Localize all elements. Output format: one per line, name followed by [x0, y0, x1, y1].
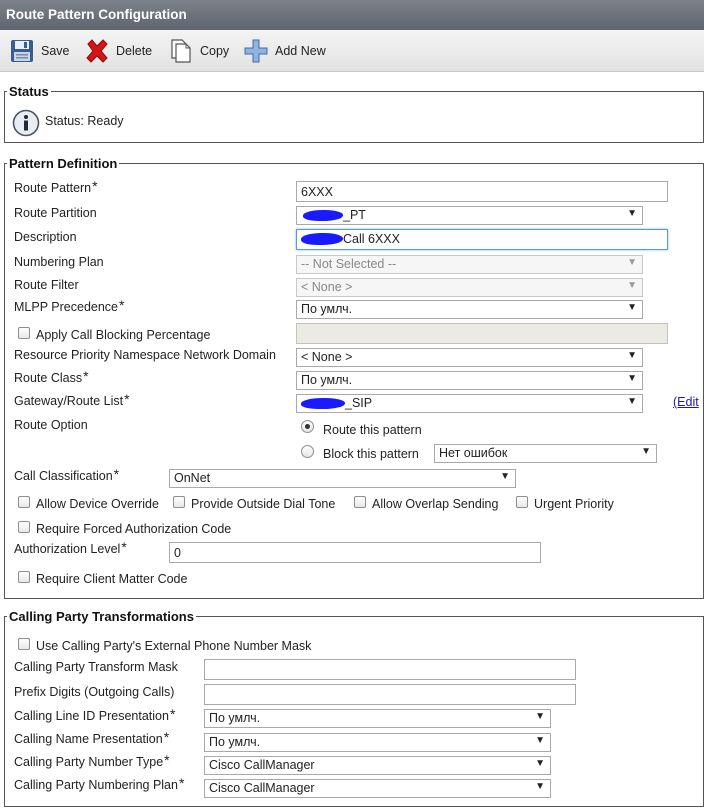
chevron-down-icon: ▼ — [535, 781, 545, 792]
call-blocking-percentage-input[interactable] — [296, 323, 668, 344]
mlpp-precedence-label: MLPP Precedence* — [14, 297, 125, 314]
copy-label: Copy — [200, 44, 230, 58]
route-pattern-input[interactable] — [296, 181, 668, 202]
redaction-mark — [301, 398, 345, 409]
call-classification-select[interactable]: OnNet ▼ — [169, 469, 516, 488]
allow-overlap-sending-checkbox[interactable] — [354, 496, 366, 508]
route-class-label: Route Class* — [14, 368, 89, 385]
prefix-digits-input[interactable] — [204, 684, 576, 705]
block-this-pattern-label: Block this pattern — [323, 447, 419, 461]
urgent-priority-label: Urgent Priority — [534, 497, 614, 511]
resource-priority-label: Resource Priority Namespace Network Doma… — [14, 348, 276, 362]
require-client-matter-checkbox[interactable] — [18, 571, 30, 583]
redaction-mark — [301, 233, 343, 245]
calling-numbering-plan-select[interactable]: Cisco CallManager ▼ — [204, 779, 551, 798]
add-new-button[interactable]: Add New — [243, 38, 326, 64]
calling-name-label: Calling Name Presentation* — [14, 729, 170, 746]
block-this-pattern-radio[interactable] — [301, 445, 314, 458]
document-copy-icon — [168, 38, 194, 64]
prefix-digits-label: Prefix Digits (Outgoing Calls) — [14, 685, 175, 699]
delete-button[interactable]: Delete — [84, 38, 152, 64]
chevron-down-icon: ▼ — [627, 208, 637, 219]
toolbar: Save Delete Copy Add New — [0, 30, 704, 72]
status-legend: Status — [9, 84, 49, 99]
allow-device-override-label: Allow Device Override — [36, 497, 159, 511]
chevron-down-icon: ▼ — [627, 373, 637, 384]
numbering-plan-select[interactable]: -- Not Selected -- ▼ — [296, 255, 643, 274]
authorization-level-label: Authorization Level* — [14, 539, 127, 556]
chevron-down-icon: ▼ — [535, 711, 545, 722]
provide-outside-dial-tone-label: Provide Outside Dial Tone — [191, 497, 336, 511]
chevron-down-icon: ▼ — [535, 735, 545, 746]
route-this-pattern-radio[interactable] — [301, 420, 314, 433]
delete-label: Delete — [116, 44, 153, 58]
chevron-down-icon: ▼ — [627, 302, 637, 313]
gateway-route-list-label: Gateway/Route List* — [14, 391, 130, 408]
status-text: Status: Ready — [45, 114, 124, 128]
require-forced-auth-label: Require Forced Authorization Code — [36, 522, 232, 536]
transform-mask-label: Calling Party Transform Mask — [14, 660, 178, 674]
description-input[interactable]: Call 6XXX — [296, 229, 668, 250]
red-x-icon — [84, 38, 110, 64]
numbering-plan-label: Numbering Plan — [14, 255, 104, 269]
chevron-down-icon: ▼ — [627, 350, 637, 361]
resource-priority-select[interactable]: < None > ▼ — [296, 348, 643, 367]
route-filter-label: Route Filter — [14, 278, 79, 292]
allow-overlap-sending-label: Allow Overlap Sending — [372, 497, 499, 511]
calling-line-id-label: Calling Line ID Presentation* — [14, 706, 176, 723]
copy-button[interactable]: Copy — [168, 38, 229, 64]
route-partition-label: Route Partition — [14, 206, 97, 220]
floppy-disk-icon — [9, 38, 35, 64]
provide-outside-dial-tone-checkbox[interactable] — [173, 496, 185, 508]
urgent-priority-checkbox[interactable] — [516, 496, 528, 508]
block-reason-select[interactable]: Нет ошибок ▼ — [434, 444, 657, 463]
page-title: Route Pattern Configuration — [0, 0, 704, 30]
require-forced-auth-checkbox[interactable] — [18, 521, 30, 533]
route-this-pattern-label: Route this pattern — [323, 423, 422, 437]
info-icon — [12, 109, 40, 140]
number-type-label: Calling Party Number Type* — [14, 752, 170, 769]
chevron-down-icon: ▼ — [627, 396, 637, 407]
use-external-mask-checkbox[interactable] — [18, 638, 30, 650]
chevron-down-icon: ▼ — [500, 471, 510, 482]
authorization-level-input[interactable] — [169, 542, 541, 563]
chevron-down-icon: ▼ — [641, 446, 651, 457]
mlpp-precedence-select[interactable]: По умлч. ▼ — [296, 300, 643, 319]
apply-call-blocking-label: Apply Call Blocking Percentage — [36, 328, 211, 342]
number-type-select[interactable]: Cisco CallManager ▼ — [204, 756, 551, 775]
chevron-down-icon: ▼ — [535, 758, 545, 769]
redaction-mark — [303, 210, 343, 221]
call-classification-label: Call Classification* — [14, 466, 120, 483]
route-option-label: Route Option — [14, 418, 88, 432]
route-partition-select[interactable]: _PT ▼ — [296, 206, 643, 225]
gateway-route-list-select[interactable]: _SIP ▼ — [296, 394, 643, 413]
route-filter-select[interactable]: < None > ▼ — [296, 278, 643, 297]
calling-party-legend: Calling Party Transformations — [9, 609, 194, 624]
route-class-select[interactable]: По умлч. ▼ — [296, 371, 643, 390]
add-new-label: Add New — [275, 44, 326, 58]
calling-name-select[interactable]: По умлч. ▼ — [204, 733, 551, 752]
gateway-edit-link[interactable]: (Edit — [673, 395, 699, 409]
description-label: Description — [14, 230, 77, 244]
transform-mask-input[interactable] — [204, 659, 576, 680]
save-button[interactable]: Save — [9, 38, 70, 64]
chevron-down-icon: ▼ — [627, 257, 637, 268]
apply-call-blocking-checkbox[interactable] — [18, 327, 30, 339]
plus-icon — [243, 38, 269, 64]
pattern-definition-legend: Pattern Definition — [9, 156, 118, 171]
calling-numbering-plan-label: Calling Party Numbering Plan* — [14, 775, 185, 792]
route-pattern-label: Route Pattern* — [14, 178, 98, 195]
save-label: Save — [41, 44, 70, 58]
calling-line-id-select[interactable]: По умлч. ▼ — [204, 709, 551, 728]
chevron-down-icon: ▼ — [627, 280, 637, 291]
use-external-mask-label: Use Calling Party's External Phone Numbe… — [36, 639, 312, 653]
allow-device-override-checkbox[interactable] — [18, 496, 30, 508]
require-client-matter-label: Require Client Matter Code — [36, 572, 188, 586]
